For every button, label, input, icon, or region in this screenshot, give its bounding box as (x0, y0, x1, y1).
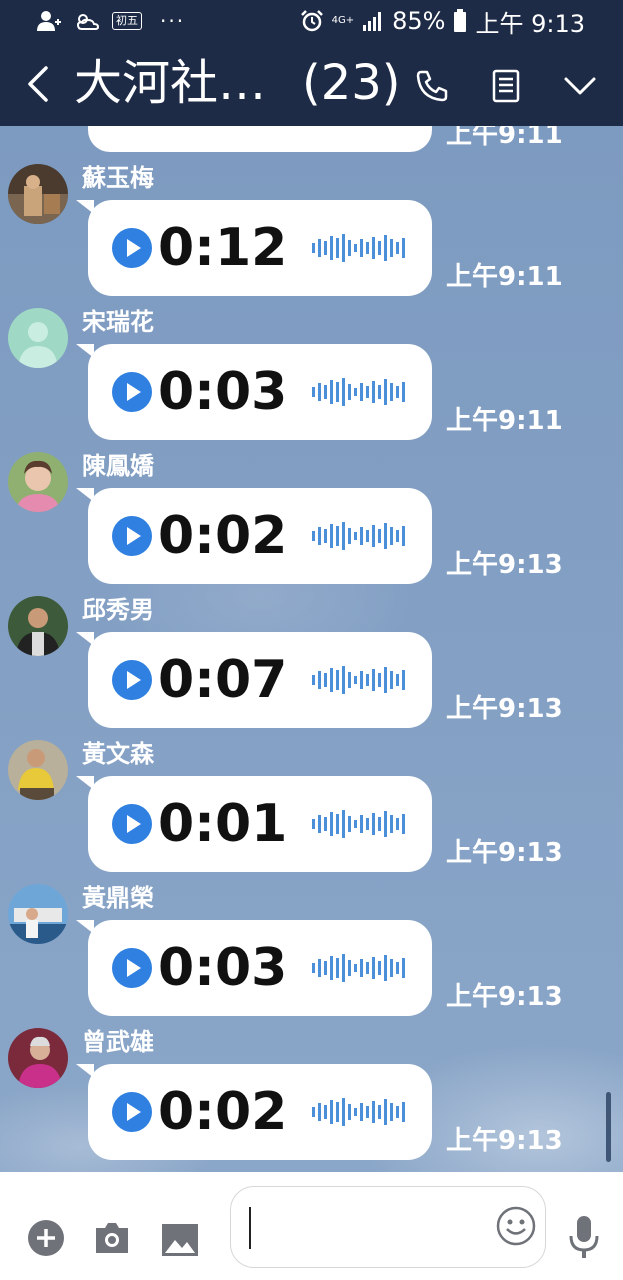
voice-message: 陳鳳嬌 0:02 上午9:13 (0, 452, 623, 596)
avatar[interactable] (8, 740, 68, 800)
waveform-icon (312, 522, 405, 550)
weather-icon (76, 14, 100, 30)
voice-duration: 0:07 (158, 650, 288, 710)
voice-message: 黃鼎榮 0:03 上午9:13 (0, 884, 623, 1028)
person-add-icon (37, 11, 61, 31)
voice-message-bubble[interactable]: 0:02 (88, 1064, 432, 1160)
voice-message-bubble[interactable]: 0:12 (88, 200, 432, 296)
message-time: 上午9:11 (446, 126, 563, 150)
scrollbar[interactable] (606, 1092, 611, 1162)
back-arrow-icon[interactable] (20, 62, 60, 106)
battery-percent: 85% (392, 7, 446, 35)
alarm-icon (300, 10, 323, 32)
message-time: 上午9:13 (446, 838, 563, 868)
sender-name: 黃文森 (82, 740, 154, 768)
battery-icon (454, 9, 467, 32)
partial-message-bubble[interactable] (88, 126, 432, 152)
plus-icon[interactable] (26, 1218, 66, 1258)
message-time: 上午9:13 (446, 694, 563, 724)
voice-message-bubble[interactable]: 0:03 (88, 920, 432, 1016)
network-type: 4G+ (331, 15, 355, 26)
voice-message-bubble[interactable]: 0:03 (88, 344, 432, 440)
voice-duration: 0:02 (158, 506, 288, 566)
message-time: 上午9:13 (446, 1126, 563, 1156)
play-icon[interactable] (112, 948, 152, 988)
text-cursor (249, 1207, 251, 1249)
notes-icon[interactable] (486, 66, 526, 106)
avatar[interactable] (8, 452, 68, 512)
avatar[interactable] (8, 884, 68, 944)
voice-message-bubble[interactable]: 0:02 (88, 488, 432, 584)
microphone-icon[interactable] (566, 1214, 602, 1262)
message-time: 上午9:11 (446, 406, 563, 436)
avatar[interactable] (8, 308, 68, 368)
sender-name: 宋瑞花 (82, 308, 154, 336)
message-time: 上午9:11 (446, 262, 563, 292)
sender-name: 黃鼎榮 (82, 884, 154, 912)
voice-message: 蘇玉梅 0:12 上午9:11 (0, 164, 623, 308)
play-icon[interactable] (112, 660, 152, 700)
play-icon[interactable] (112, 228, 152, 268)
waveform-icon (312, 666, 405, 694)
voice-duration: 0:03 (158, 938, 288, 998)
more-notifications-indicator: ··· (160, 9, 186, 33)
lunar-date-badge: 初五 (112, 12, 142, 30)
image-icon[interactable] (160, 1220, 200, 1260)
voice-duration: 0:02 (158, 1082, 288, 1142)
voice-duration: 0:01 (158, 794, 288, 854)
avatar[interactable] (8, 596, 68, 656)
emoji-icon[interactable] (495, 1205, 537, 1247)
waveform-icon (312, 378, 405, 406)
waveform-icon (312, 954, 405, 982)
message-input[interactable] (230, 1186, 546, 1268)
voice-message-bubble[interactable]: 0:01 (88, 776, 432, 872)
chat-header: 大河社… (23) (0, 42, 623, 126)
chat-area[interactable]: 上午9:11 蘇玉梅 0:12 上午9:11 宋瑞花 0:03 上午9:11 陳… (0, 126, 623, 1172)
waveform-icon (312, 1098, 405, 1126)
sender-name: 蘇玉梅 (82, 164, 154, 192)
play-icon[interactable] (112, 804, 152, 844)
message-time: 上午9:13 (446, 982, 563, 1012)
avatar[interactable] (8, 164, 68, 224)
signal-icon (363, 12, 382, 31)
voice-duration: 0:03 (158, 362, 288, 422)
sender-name: 陳鳳嬌 (82, 452, 154, 480)
camera-icon[interactable] (92, 1218, 132, 1258)
play-icon[interactable] (112, 1092, 152, 1132)
voice-message-bubble[interactable]: 0:07 (88, 632, 432, 728)
member-count[interactable]: (23) (302, 52, 401, 114)
clock: 上午 9:13 (475, 9, 585, 38)
sender-name: 邱秀男 (82, 596, 154, 624)
avatar[interactable] (8, 1028, 68, 1088)
play-icon[interactable] (112, 372, 152, 412)
play-icon[interactable] (112, 516, 152, 556)
voice-duration: 0:12 (158, 218, 288, 278)
voice-message: 黃文森 0:01 上午9:13 (0, 740, 623, 884)
status-bar: 初五 ··· 4G+ 85% 上午 9:13 (0, 0, 623, 42)
waveform-icon (312, 234, 405, 262)
voice-message: 宋瑞花 0:03 上午9:11 (0, 308, 623, 452)
chat-title[interactable]: 大河社… (74, 52, 266, 114)
voice-message: 曾武雄 0:02 上午9:13 (0, 1028, 623, 1172)
waveform-icon (312, 810, 405, 838)
sender-name: 曾武雄 (82, 1028, 154, 1056)
chevron-down-icon[interactable] (560, 66, 600, 106)
phone-icon[interactable] (412, 66, 452, 106)
message-time: 上午9:13 (446, 550, 563, 580)
voice-message: 邱秀男 0:07 上午9:13 (0, 596, 623, 740)
message-input-bar (0, 1172, 623, 1280)
